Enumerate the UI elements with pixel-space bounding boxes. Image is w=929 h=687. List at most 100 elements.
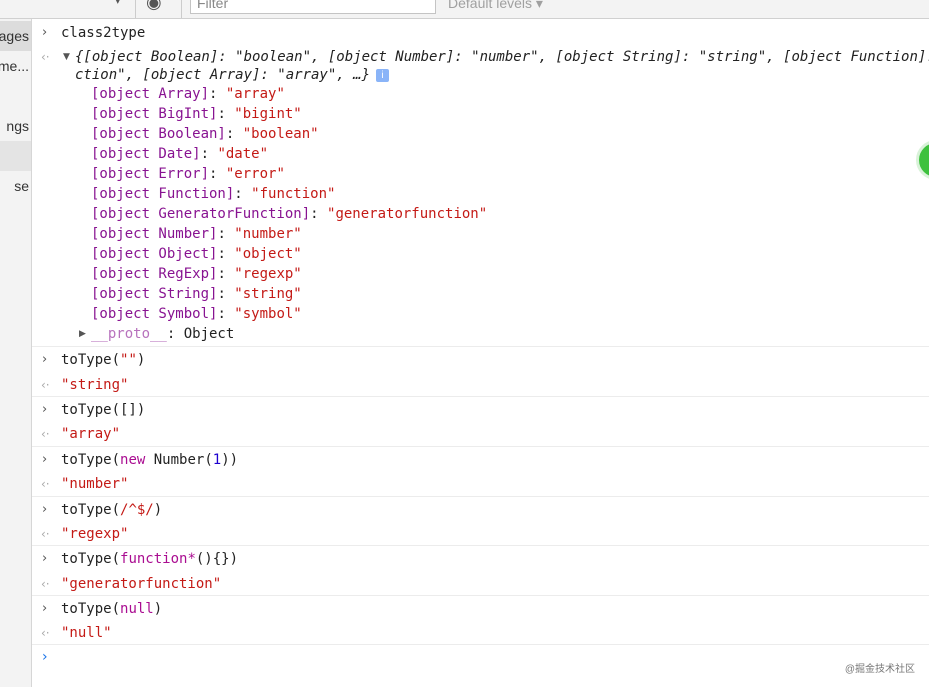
console-output: "regexp" xyxy=(61,526,129,542)
property-entry: [object Number]: "number" xyxy=(91,224,302,244)
property-separator: : xyxy=(217,226,235,242)
input-chevron-icon: › xyxy=(42,452,48,467)
property-separator: : xyxy=(200,146,218,162)
input-end: ) xyxy=(153,601,163,617)
console-output: "string" xyxy=(61,377,129,393)
object-summary[interactable]: {[object Boolean]: "boolean", [object Nu… xyxy=(75,47,929,67)
property-value: "string" xyxy=(234,286,302,302)
console-output: "null" xyxy=(61,625,112,641)
console-output: "number" xyxy=(61,476,129,492)
object-summary-wrap[interactable]: ction", [object Array]: "array", …} i xyxy=(75,65,390,85)
input-keyword: new xyxy=(120,452,146,468)
output-chevron-icon: ‹· xyxy=(41,378,50,392)
console-input: toType(null) xyxy=(61,599,162,619)
console-entry: › toType(null) ‹· "null" xyxy=(32,595,929,645)
property-separator: : xyxy=(217,246,235,262)
property-entry: [object Boolean]: "boolean" xyxy=(91,124,319,144)
sidebar-item-messages[interactable]: ages xyxy=(0,21,31,51)
proto-key: __proto__ xyxy=(91,326,167,342)
input-fn: toType( xyxy=(61,352,121,368)
property-value: "regexp" xyxy=(234,266,302,282)
input-end: )) xyxy=(221,452,239,468)
input-fn: toType( xyxy=(61,601,121,617)
toolbar-divider xyxy=(135,0,136,18)
collapse-triangle-icon[interactable]: ▶ xyxy=(79,324,86,344)
console-input: toType([]) xyxy=(61,402,146,418)
property-value: "generatorfunction" xyxy=(327,206,488,222)
property-key: [object String] xyxy=(91,286,218,302)
property-entry: [object Error]: "error" xyxy=(91,164,285,184)
input-mid: Number( xyxy=(145,452,213,468)
console-entry: › toType(function*(){}) ‹· "generatorfun… xyxy=(32,545,929,596)
property-key: [object BigInt] xyxy=(91,106,218,122)
input-fn: toType( xyxy=(61,502,121,518)
info-icon[interactable]: i xyxy=(376,68,390,82)
property-key: [object Error] xyxy=(91,166,210,182)
input-arg: "" xyxy=(120,352,137,368)
property-key: [object Array] xyxy=(91,86,210,102)
sidebar-item-info[interactable] xyxy=(0,141,31,171)
proto-row[interactable]: __proto__: Object xyxy=(91,324,234,344)
property-entry: [object Function]: "function" xyxy=(91,184,335,204)
input-fn: toType( xyxy=(61,452,121,468)
property-value: "object" xyxy=(234,246,302,262)
sidebar-item-warnings[interactable]: ngs xyxy=(0,111,31,141)
sidebar-item-verbose[interactable]: se xyxy=(0,171,31,201)
input-chevron-icon: › xyxy=(42,25,48,40)
property-key: [object Function] xyxy=(91,186,235,202)
output-chevron-icon: ‹· xyxy=(41,427,50,441)
property-key: [object Symbol] xyxy=(91,306,218,322)
input-chevron-icon: › xyxy=(42,352,48,367)
property-entry: [object BigInt]: "bigint" xyxy=(91,104,302,124)
filter-input[interactable]: Filter xyxy=(190,0,436,14)
property-separator: : xyxy=(217,306,235,322)
console-entry: › class2type ‹· ▼ {[object Boolean]: "bo… xyxy=(32,19,929,346)
output-chevron-icon: ‹· xyxy=(41,527,50,541)
property-separator: : xyxy=(225,126,243,142)
property-separator: : xyxy=(217,266,235,282)
property-separator: : xyxy=(217,106,235,122)
property-entry: [object Date]: "date" xyxy=(91,144,268,164)
output-chevron-icon: ‹· xyxy=(41,577,50,591)
eye-icon[interactable]: ◉ xyxy=(146,0,162,13)
console-input: toType(function*(){}) xyxy=(61,549,238,569)
property-value: "number" xyxy=(234,226,302,242)
toolbar-divider xyxy=(181,0,182,18)
property-value: "function" xyxy=(251,186,336,202)
property-entry: [object Object]: "object" xyxy=(91,244,302,264)
input-number: 1 xyxy=(212,452,222,468)
property-value: "bigint" xyxy=(234,106,302,122)
console-messages: › class2type ‹· ▼ {[object Boolean]: "bo… xyxy=(32,19,929,687)
property-value: "symbol" xyxy=(234,306,302,322)
input-chevron-icon: › xyxy=(42,502,48,517)
property-entry: [object Array]: "array" xyxy=(91,84,285,104)
output-chevron-icon: ‹· xyxy=(41,477,50,491)
property-separator: : xyxy=(310,206,328,222)
console-prompt-row[interactable] xyxy=(32,644,929,687)
property-value: "array" xyxy=(225,86,285,102)
property-value: "date" xyxy=(217,146,269,162)
input-end: ) xyxy=(136,352,146,368)
context-dropdown-icon[interactable]: ▾ xyxy=(115,0,121,7)
sidebar-item-user-messages[interactable]: me... xyxy=(0,51,31,81)
console-entry: › toType("") ‹· "string" xyxy=(32,346,929,397)
property-entry: [object String]: "string" xyxy=(91,284,302,304)
console-output: "generatorfunction" xyxy=(61,576,222,592)
output-chevron-icon: ‹· xyxy=(41,50,50,64)
input-chevron-icon: › xyxy=(42,402,48,417)
output-chevron-icon: ‹· xyxy=(41,626,50,640)
property-entry: [object RegExp]: "regexp" xyxy=(91,264,302,284)
expand-triangle-icon[interactable]: ▼ xyxy=(63,47,70,67)
input-keyword: null xyxy=(120,601,154,617)
property-entry: [object GeneratorFunction]: "generatorfu… xyxy=(91,204,487,224)
prompt-chevron-icon[interactable]: › xyxy=(42,649,48,665)
input-end: (){}) xyxy=(195,551,239,567)
input-arg: /^$/ xyxy=(120,502,154,518)
console-input: class2type xyxy=(61,25,146,41)
log-levels-dropdown[interactable]: Default levels ▾ xyxy=(448,0,543,12)
console-output: "array" xyxy=(61,426,121,442)
console-entry: › toType(new Number(1)) ‹· "number" xyxy=(32,446,929,497)
property-key: [object Boolean] xyxy=(91,126,226,142)
property-key: [object Object] xyxy=(91,246,218,262)
input-chevron-icon: › xyxy=(42,601,48,616)
